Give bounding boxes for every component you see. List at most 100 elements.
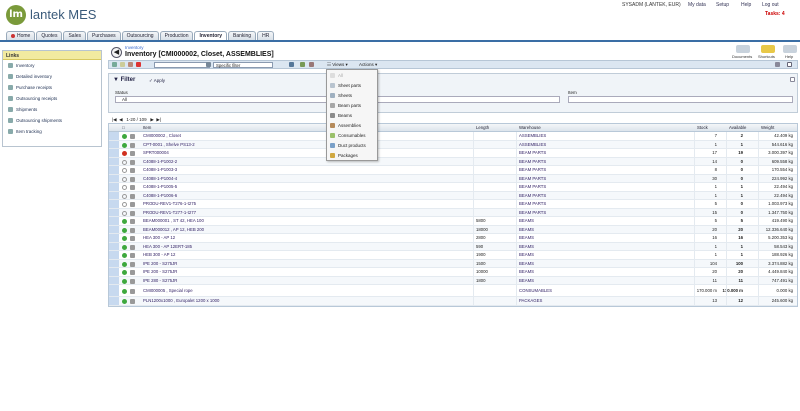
help-link[interactable]: Help: [741, 2, 751, 8]
tab-purchases[interactable]: Purchases: [86, 31, 121, 40]
item-cell[interactable]: IPE 200 - S275JR: [143, 268, 177, 276]
documents-icon[interactable]: [736, 45, 750, 53]
row-selector[interactable]: [109, 285, 119, 296]
col-length[interactable]: Length: [476, 125, 489, 130]
filter-select[interactable]: Specific filter: [213, 62, 273, 68]
menu-item-sheets[interactable]: Sheets: [327, 90, 377, 100]
row-selector[interactable]: [109, 234, 119, 242]
row-selector[interactable]: [109, 242, 119, 250]
delete-icon[interactable]: [136, 62, 141, 67]
col-stock[interactable]: Stock: [697, 125, 708, 130]
table-row[interactable]: C4088-1-P1002-2 BEAM PARTS 14 0 609.558 kg: [109, 157, 797, 166]
table-row[interactable]: HEB 300 - AP 12 1900 BEAMS 1 1 188.926 kg: [109, 251, 797, 260]
table-row[interactable]: BEAM000012 , AP 12, HEB 200 18000 BEAMS 20 2…: [109, 225, 797, 234]
table-row[interactable]: BEAM000001 , ST 42, HEA 100 5800 BEAMS 5 5 41…: [109, 217, 797, 226]
filter-icon[interactable]: [289, 62, 294, 67]
search-icon[interactable]: [206, 62, 211, 67]
first-page-icon[interactable]: |◀: [112, 117, 117, 122]
row-selector[interactable]: [109, 251, 119, 259]
row-selector[interactable]: [109, 174, 119, 182]
row-selector[interactable]: [109, 276, 119, 284]
tasks-link[interactable]: Tasks: 4: [765, 11, 785, 17]
open-icon[interactable]: [120, 62, 125, 67]
shortcuts-icon[interactable]: [761, 45, 775, 53]
search-input[interactable]: [154, 62, 210, 68]
table-row[interactable]: IPE 200 - S275JR 1500 BEAMS 104 100 3.374.882…: [109, 259, 797, 268]
menu-item-assemblies[interactable]: Assemblies: [327, 120, 377, 130]
setup-link[interactable]: Setup: [716, 2, 729, 8]
col-item[interactable]: Item: [143, 125, 151, 130]
last-page-icon[interactable]: ▶|: [156, 117, 161, 122]
tab-sales[interactable]: Sales: [63, 31, 86, 40]
table-row[interactable]: PRODU-REV1-T276-1-t275 BEAM PARTS 5 0 1.003.…: [109, 200, 797, 209]
row-selector[interactable]: [109, 183, 119, 191]
prev-page-icon[interactable]: ◀: [119, 117, 122, 122]
table-row[interactable]: CPT-0001 , Shelve PS13-2 ASSEMBLIES 1 1 544.…: [109, 140, 797, 149]
item-cell[interactable]: CMI000005 , Special rope: [143, 285, 193, 297]
item-cell[interactable]: PRODU-REV1-T276-1-t275: [143, 200, 196, 208]
breadcrumb[interactable]: Inventory: [125, 45, 144, 50]
tab-inventory[interactable]: Inventory: [194, 31, 227, 40]
row-selector[interactable]: [109, 149, 119, 157]
back-button[interactable]: ◀: [111, 47, 122, 58]
row-selector[interactable]: [109, 200, 119, 208]
filter-title[interactable]: ▼ Filter: [113, 77, 135, 83]
filter-remove-icon[interactable]: [309, 62, 314, 67]
row-selector[interactable]: [109, 191, 119, 199]
row-selector[interactable]: [109, 140, 119, 148]
tab-home[interactable]: Home: [6, 31, 36, 40]
row-selector[interactable]: [109, 297, 119, 305]
select-all-checkbox[interactable]: □: [122, 125, 125, 130]
item-cell[interactable]: C4088-1-P1002-2: [143, 158, 177, 166]
item-cell[interactable]: HEA 300 - AP 12ERT-185: [143, 243, 192, 251]
item-cell[interactable]: C4088-1-P1003-3: [143, 166, 177, 174]
item-cell[interactable]: BEAM000001 , ST 42, HEA 100: [143, 217, 204, 225]
menu-item-sheet-parts[interactable]: Sheet parts: [327, 80, 377, 90]
item-cell[interactable]: IPE 200 - S275JR: [143, 260, 177, 268]
menu-item-all[interactable]: All: [327, 70, 377, 80]
table-row[interactable]: IPE 200 - S275JR 10000 BEAMS 20 20 4.449.840 …: [109, 268, 797, 277]
tab-production[interactable]: Production: [159, 31, 194, 40]
item-cell[interactable]: PLN1200x1000 , Europalet 1200 x 1000: [143, 297, 219, 305]
item-input[interactable]: [568, 96, 793, 103]
row-selector[interactable]: [109, 217, 119, 225]
row-selector[interactable]: [109, 259, 119, 267]
item-cell[interactable]: C4088-1-P1005-5: [143, 183, 177, 191]
table-row[interactable]: SPRT000004 BEAM PARTS 17 19 3.000.397 kg: [109, 149, 797, 158]
link-shipments[interactable]: Shipments: [3, 104, 101, 115]
edit-icon[interactable]: [128, 62, 133, 67]
link-outsourcing-receipts[interactable]: Outsourcing receipts: [3, 93, 101, 104]
link-outsourcing-shipments[interactable]: Outsourcing shipments: [3, 115, 101, 126]
row-selector[interactable]: [109, 166, 119, 174]
tab-banking[interactable]: Banking: [228, 31, 257, 40]
table-row[interactable]: PLN1200x1000 , Europalet 1200 x 1000 PACK…: [109, 297, 797, 306]
apply-button[interactable]: ✓ Apply: [149, 78, 165, 84]
item-cell[interactable]: HEA 300 - AP 12: [143, 234, 175, 242]
item-cell[interactable]: CPT-0001 , Shelve PS13-2: [143, 141, 195, 149]
row-selector[interactable]: [109, 132, 119, 140]
menu-item-beams[interactable]: Beams: [327, 110, 377, 120]
export-icon[interactable]: [775, 62, 780, 67]
table-row[interactable]: C4088-1-P1005-5 BEAM PARTS 1 1 22.494 kg: [109, 183, 797, 192]
table-row[interactable]: C4088-1-P1004-4 BEAM PARTS 30 0 224.992 kg: [109, 174, 797, 183]
tab-outsourcing[interactable]: Outsourcing: [121, 31, 159, 40]
item-cell[interactable]: SPRT000004: [143, 149, 169, 157]
link-item-tracking[interactable]: Item tracking: [3, 126, 101, 137]
item-cell[interactable]: C4088-1-P1006-6: [143, 192, 177, 200]
item-cell[interactable]: BEAM000012 , AP 12, HEB 200: [143, 226, 204, 234]
log-out-link[interactable]: Log out: [762, 2, 779, 8]
table-row[interactable]: HEA 300 - AP 12 2800 BEAMS 16 16 5.200.353 kg: [109, 234, 797, 243]
actions-button[interactable]: Actions ▾: [359, 61, 377, 68]
views-button[interactable]: ☷ Views ▾: [327, 61, 348, 68]
table-row[interactable]: HEA 300 - AP 12ERT-185 590 BEAMS 1 1 58.543 k…: [109, 242, 797, 251]
table-row[interactable]: C4088-1-P1006-6 BEAM PARTS 1 1 22.494 kg: [109, 191, 797, 200]
filter-add-icon[interactable]: [300, 62, 305, 67]
help-icon[interactable]: [783, 45, 797, 53]
item-cell[interactable]: PRODU-REV1-T277-1-t277: [143, 209, 196, 217]
link-detailed-inventory[interactable]: Detailed inventory: [3, 71, 101, 82]
item-cell[interactable]: CMI000002 , Closet: [143, 132, 181, 140]
menu-item-duct-products[interactable]: Duct products: [327, 140, 377, 150]
link-purchase-receipts[interactable]: Purchase receipts: [3, 82, 101, 93]
col-weight[interactable]: Weight: [761, 125, 774, 130]
row-selector[interactable]: [109, 157, 119, 165]
